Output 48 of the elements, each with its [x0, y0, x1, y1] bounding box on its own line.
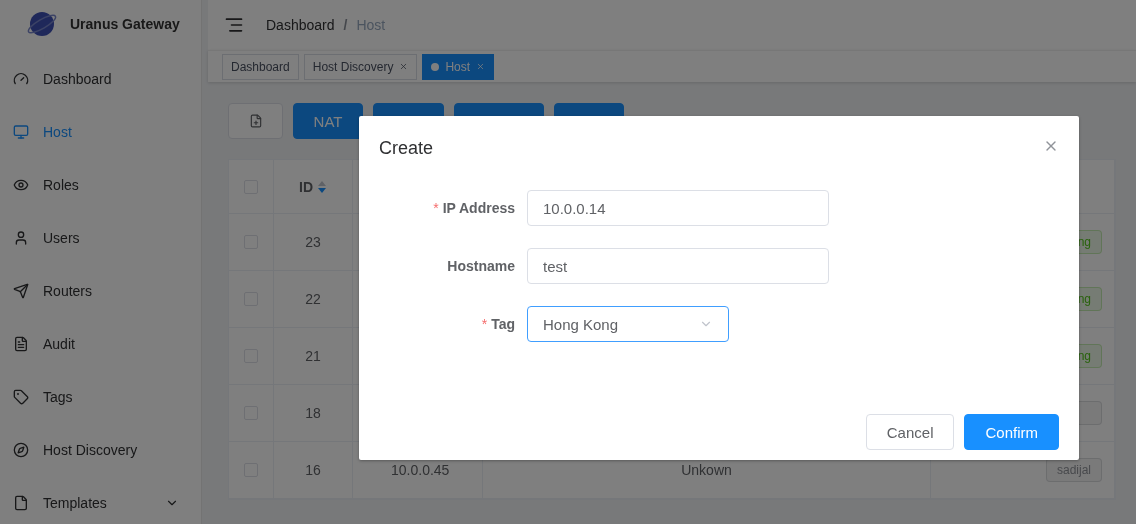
column-header[interactable]: ID: [299, 178, 313, 195]
menu-icon: [13, 494, 29, 511]
sidebar-item[interactable]: Audit: [0, 317, 201, 370]
sidebar-item[interactable]: Users: [0, 211, 201, 264]
breadcrumb-separator: /: [343, 17, 348, 33]
menu-toggle-icon[interactable]: [224, 15, 244, 35]
sidebar-item[interactable]: Templates: [0, 476, 201, 524]
confirm-button[interactable]: Confirm: [964, 414, 1059, 450]
sidebar-item[interactable]: Routers: [0, 264, 201, 317]
sidebar-item[interactable]: Roles: [0, 158, 201, 211]
tab[interactable]: Host: [422, 53, 495, 80]
cancel-button[interactable]: Cancel: [865, 414, 955, 450]
menu-icon: [13, 335, 29, 352]
table-cell: 22: [305, 291, 321, 307]
menu-icon: [13, 388, 29, 405]
toolbar-button[interactable]: NAT: [293, 103, 363, 139]
menu-icon: [13, 282, 29, 299]
close-icon[interactable]: [399, 62, 409, 71]
field-label: * Tag: [480, 316, 515, 332]
sidebar-item[interactable]: Host Discovery: [0, 423, 201, 476]
table-cell: 18: [305, 405, 321, 421]
close-icon[interactable]: [476, 62, 486, 71]
menu-icon: [13, 441, 29, 458]
sidebar-item[interactable]: Tags: [0, 370, 201, 423]
tab[interactable]: Host Discovery: [303, 53, 418, 80]
select-field[interactable]: Hong Kong: [527, 306, 729, 342]
sidebar-item[interactable]: Host: [0, 105, 201, 158]
sidebar-item[interactable]: Dashboard: [0, 52, 201, 105]
planet-logo-icon: [26, 9, 58, 39]
menu-icon: [13, 70, 29, 87]
file-plus-icon: [248, 114, 263, 128]
breadcrumb-item[interactable]: Dashboard: [266, 17, 335, 33]
table-cell: 23: [305, 234, 321, 250]
app-title: Uranus Gateway: [70, 16, 180, 32]
dialog-title: Create: [379, 137, 434, 160]
add-file-button[interactable]: [228, 103, 283, 139]
sort-icon[interactable]: [317, 179, 327, 194]
table-cell: Unkown: [681, 462, 732, 478]
table-cell: 21: [305, 348, 321, 364]
table-cell: 16: [305, 462, 321, 478]
menu-icon: [13, 229, 29, 246]
input-field[interactable]: 10.0.0.14: [527, 190, 829, 226]
menu-icon: [13, 123, 29, 140]
input-field[interactable]: test: [527, 248, 829, 284]
field-label: Hostname: [446, 258, 515, 274]
table-cell-text: 10.0.0.45: [390, 462, 450, 478]
field-label: * IP Address: [432, 200, 515, 216]
tab[interactable]: Dashboard: [222, 53, 299, 80]
